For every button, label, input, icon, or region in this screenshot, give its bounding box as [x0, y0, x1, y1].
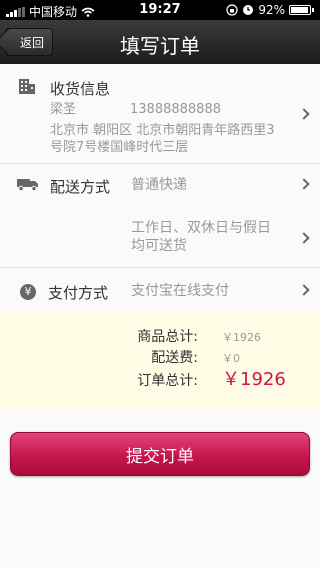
payment-section[interactable]: ¥ 支付方式 支付宝在线支付: [0, 268, 320, 312]
lock-rotation-icon: [226, 4, 238, 16]
chevron-right-icon: [298, 232, 310, 244]
delivery-time-row[interactable]: 工作日、双休日与假日 均可送货: [120, 212, 320, 262]
battery-icon: [289, 5, 311, 15]
battery-percent: 92%: [258, 3, 285, 17]
address-title: 收货信息: [50, 80, 111, 98]
status-bar: 中国移动 19:27 92%: [0, 0, 320, 20]
chevron-right-icon: [298, 178, 310, 190]
building-icon: [19, 79, 35, 94]
address-section[interactable]: 收货信息 梁圣 13888888888 北京市 朝阳区 北京市朝阳青年路西里3 …: [0, 64, 320, 164]
delivery-section: 配送方式 普通快递 工作日、双休日与假日 均可送货: [0, 164, 320, 268]
goods-total-value: ￥1926: [222, 331, 261, 344]
delivery-title: 配送方式: [50, 178, 111, 196]
order-summary: 商品总计: ￥1926 配送费: ￥0 订单总计: ￥1926: [0, 312, 320, 408]
order-total-label: 订单总计:: [137, 373, 198, 389]
shipping-fee-value: ￥0: [222, 352, 240, 365]
delivery-time-line-1: 工作日、双休日与假日: [131, 220, 271, 236]
delivery-method-row[interactable]: 普通快递: [120, 164, 320, 204]
address-line-2: 号院7号楼国峰时代三层: [50, 140, 189, 155]
truck-icon: [17, 179, 38, 191]
chevron-right-icon: [298, 108, 310, 120]
receipt-edge: [0, 406, 320, 412]
chevron-right-icon: [298, 284, 310, 296]
nav-bar: 返回 填写订单: [0, 20, 320, 64]
address-line-1: 北京市 朝阳区 北京市朝阳青年路西里3: [50, 123, 275, 138]
goods-total-label: 商品总计:: [137, 329, 198, 345]
alarm-icon: [243, 5, 254, 15]
payment-title: 支付方式: [48, 284, 109, 302]
order-total-value: ￥1926: [222, 369, 286, 390]
page-title: 填写订单: [120, 34, 200, 58]
recipient-phone: 13888888888: [130, 102, 221, 117]
delivery-time-line-2: 均可送货: [131, 238, 187, 254]
order-form: 收货信息 梁圣 13888888888 北京市 朝阳区 北京市朝阳青年路西里3 …: [0, 64, 320, 568]
yen-icon: ¥: [20, 284, 36, 300]
payment-method: 支付宝在线支付: [131, 283, 229, 299]
delivery-method: 普通快递: [131, 177, 187, 193]
shipping-fee-label: 配送费:: [151, 350, 198, 366]
recipient-name: 梁圣: [50, 102, 77, 117]
back-button-label: 返回: [19, 35, 44, 50]
submit-order-button[interactable]: 提交订单: [10, 432, 310, 476]
